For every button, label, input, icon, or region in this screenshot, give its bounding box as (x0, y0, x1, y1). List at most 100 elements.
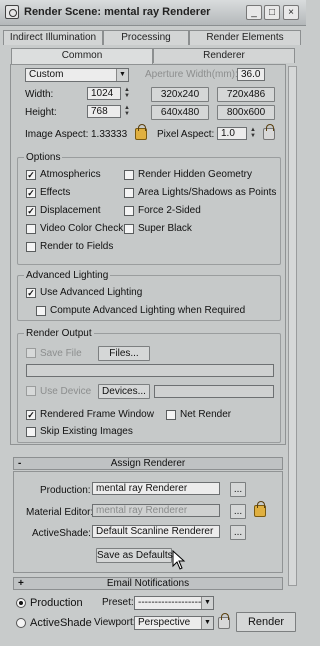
width-label: Width: (25, 89, 54, 100)
production-renderer-field: mental ray Renderer (92, 482, 220, 495)
tab-renderer[interactable]: Renderer (153, 48, 295, 63)
minimize-button[interactable]: _ (246, 5, 262, 20)
material-editor-field: mental ray Renderer (92, 504, 220, 517)
save-file-checkbox[interactable] (26, 348, 36, 358)
options-group: Options ✓ Atmospherics ✓ Effects ✓ Displ… (17, 152, 281, 265)
render-to-fields-checkbox[interactable] (26, 242, 36, 252)
pixel-aspect-spinner[interactable]: ▲ ▼ (249, 127, 257, 140)
production-renderer-label: Production: (40, 485, 91, 496)
super-black-checkbox[interactable] (124, 224, 134, 234)
output-size-preset-value: Custom (29, 69, 64, 80)
mouse-cursor-icon (172, 550, 186, 570)
production-renderer-browse-button[interactable]: ... (230, 482, 246, 497)
displacement-label: Displacement (40, 205, 101, 216)
preset-640x480-button[interactable]: 640x480 (151, 105, 209, 120)
render-output-title: Render Output (24, 328, 94, 339)
pixel-aspect-label: Pixel Aspect: (157, 129, 215, 140)
advanced-lighting-group: Advanced Lighting ✓ Use Advanced Lightin… (17, 270, 281, 321)
assign-renderer-rollout-header[interactable]: - Assign Renderer (13, 457, 283, 470)
devices-button[interactable]: Devices... (98, 384, 150, 399)
video-color-check-label: Video Color Check (40, 223, 124, 234)
atmospherics-checkbox[interactable]: ✓ (26, 170, 36, 180)
advanced-lighting-title: Advanced Lighting (24, 270, 111, 281)
use-advanced-lighting-checkbox[interactable]: ✓ (26, 288, 36, 298)
rendered-frame-window-checkbox[interactable]: ✓ (26, 410, 36, 420)
lock-icon[interactable] (135, 124, 147, 140)
render-to-fields-label: Render to Fields (40, 241, 114, 252)
net-render-checkbox[interactable] (166, 410, 176, 420)
title-bar: Render Scene: mental ray Renderer _ □ × (0, 0, 306, 26)
pixel-aspect-field[interactable]: 1.0 (217, 127, 247, 140)
common-parameters-panel: Custom ▼ Aperture Width(mm): 36.0 Width:… (10, 64, 286, 445)
rollout-expand-icon: + (18, 578, 24, 589)
device-name-field (154, 385, 274, 398)
atmospherics-label: Atmospherics (40, 169, 101, 180)
material-editor-lock-icon[interactable] (254, 501, 266, 517)
effects-checkbox[interactable]: ✓ (26, 188, 36, 198)
image-aspect-value: 1.33333 (91, 129, 128, 140)
viewport-lock-icon[interactable] (218, 613, 230, 629)
preset-800x600-button[interactable]: 800x600 (217, 105, 275, 120)
chevron-down-icon: ▼ (201, 617, 213, 629)
maximize-button[interactable]: □ (264, 5, 280, 20)
pixel-aspect-lock-icon[interactable] (263, 124, 275, 140)
compute-advanced-lighting-label: Compute Advanced Lighting when Required (50, 305, 246, 316)
output-size-preset-select[interactable]: Custom ▼ (25, 68, 129, 82)
aperture-width-label: Aperture Width(mm): (145, 69, 238, 80)
activeshade-radio-label: ActiveShade (30, 617, 92, 629)
viewport-select-value: Perspective (138, 617, 191, 628)
tab-row-upper: Indirect Illumination Processing Render … (3, 30, 303, 45)
render-output-group: Render Output Save File Files... Use Dev… (17, 328, 281, 443)
email-notifications-rollout-header[interactable]: + Email Notifications (13, 577, 283, 590)
render-hidden-geometry-checkbox[interactable] (124, 170, 134, 180)
viewport-label: Viewport: (94, 617, 136, 628)
net-render-label: Net Render (180, 409, 232, 420)
preset-720x486-button[interactable]: 720x486 (217, 87, 275, 102)
material-editor-browse-button[interactable]: ... (230, 504, 246, 519)
width-field[interactable]: 1024 (87, 87, 121, 100)
preset-label: Preset: (102, 597, 134, 608)
preset-320x240-button[interactable]: 320x240 (151, 87, 209, 102)
compute-advanced-lighting-checkbox[interactable] (36, 306, 46, 316)
activeshade-renderer-label: ActiveShade: (32, 528, 91, 539)
email-notifications-title: Email Notifications (106, 578, 190, 589)
area-lights-checkbox[interactable] (124, 188, 134, 198)
height-field[interactable]: 768 (87, 105, 121, 118)
viewport-select[interactable]: Perspective ▼ (134, 616, 214, 630)
options-title: Options (24, 152, 63, 163)
files-button[interactable]: Files... (98, 346, 150, 361)
assign-renderer-title: Assign Renderer (110, 458, 186, 469)
skip-existing-images-checkbox[interactable] (26, 427, 36, 437)
use-device-label: Use Device (40, 386, 92, 397)
height-spinner[interactable]: ▲ ▼ (123, 105, 131, 118)
render-hidden-geometry-label: Render Hidden Geometry (138, 169, 252, 180)
window-title: Render Scene: mental ray Renderer (24, 6, 211, 18)
app-icon (5, 5, 19, 19)
tab-indirect-illumination[interactable]: Indirect Illumination (3, 30, 103, 45)
use-device-checkbox[interactable] (26, 386, 36, 396)
tab-processing[interactable]: Processing (103, 30, 189, 45)
effects-label: Effects (40, 187, 71, 198)
preset-select-value: -------------------- (138, 597, 205, 608)
height-label: Height: (25, 107, 57, 118)
video-color-check-checkbox[interactable] (26, 224, 36, 234)
aperture-width-field[interactable]: 36.0 (237, 68, 265, 81)
displacement-checkbox[interactable]: ✓ (26, 206, 36, 216)
close-button[interactable]: × (283, 5, 299, 20)
tab-common[interactable]: Common (11, 48, 153, 64)
tab-render-elements[interactable]: Render Elements (189, 30, 301, 45)
tab-row-lower: Common Renderer (3, 48, 303, 64)
force-2-sided-checkbox[interactable] (124, 206, 134, 216)
chevron-down-icon: ▼ (116, 69, 128, 81)
production-radio[interactable] (16, 598, 26, 608)
activeshade-radio[interactable] (16, 618, 26, 628)
scrollbar[interactable] (288, 66, 297, 586)
preset-select[interactable]: -------------------- ▼ (134, 596, 214, 610)
chevron-down-icon: ▼ (201, 597, 213, 609)
activeshade-renderer-browse-button[interactable]: ... (230, 525, 246, 540)
activeshade-renderer-field: Default Scanline Renderer (92, 525, 220, 538)
save-as-defaults-button[interactable]: Save as Defaults (96, 548, 173, 563)
width-spinner[interactable]: ▲ ▼ (123, 87, 131, 100)
super-black-label: Super Black (138, 223, 192, 234)
render-button[interactable]: Render (236, 612, 296, 632)
